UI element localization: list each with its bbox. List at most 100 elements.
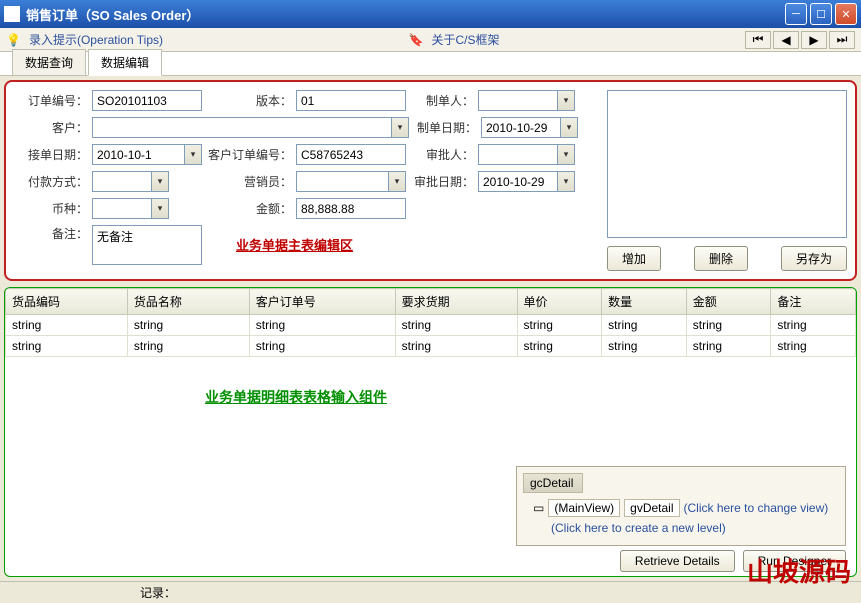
grid-header[interactable]: 数量 <box>602 289 687 315</box>
nav-first-button[interactable]: ⏮ <box>745 31 771 49</box>
label-approver: 审批人： <box>410 146 474 163</box>
viewname-label[interactable]: gvDetail <box>624 499 679 517</box>
detail-panel: 货品编码货品名称客户订单号要求货期单价数量金额备注 stringstringst… <box>4 287 857 577</box>
currency-dropdown-button[interactable] <box>152 198 169 219</box>
designer-title: gcDetail <box>523 473 583 493</box>
tab-edit[interactable]: 数据编辑 <box>88 49 162 76</box>
approver-input[interactable] <box>478 144 558 165</box>
grid-cell[interactable]: string <box>771 336 856 357</box>
minimize-button[interactable]: ─ <box>785 3 807 25</box>
currency-input[interactable] <box>92 198 152 219</box>
grid-header[interactable]: 货品编码 <box>6 289 128 315</box>
change-view-link[interactable]: (Click here to change view) <box>684 501 829 515</box>
hint-icon: 💡 <box>6 33 21 47</box>
table-row[interactable]: stringstringstringstringstringstringstri… <box>6 315 856 336</box>
remark-input[interactable]: 无备注 <box>92 225 202 265</box>
recv-date-dropdown-button[interactable] <box>185 144 202 165</box>
label-pay-method: 付款方式： <box>14 173 88 190</box>
cust-order-no-input[interactable] <box>296 144 406 165</box>
salesman-dropdown-button[interactable] <box>389 171 406 192</box>
nav-prev-button[interactable]: ◀ <box>773 31 799 49</box>
grid-cell[interactable]: string <box>6 336 128 357</box>
mainview-label: (MainView) <box>548 499 620 517</box>
add-button[interactable]: 增加 <box>607 246 661 271</box>
grid-header[interactable]: 客户订单号 <box>249 289 395 315</box>
nav-last-button[interactable]: ⏭ <box>829 31 855 49</box>
amount-input[interactable] <box>296 198 406 219</box>
create-date-input[interactable] <box>481 117 561 138</box>
grid-header[interactable]: 单价 <box>517 289 602 315</box>
label-customer: 客户： <box>14 119 88 136</box>
tab-query[interactable]: 数据查询 <box>12 49 86 75</box>
level-icon: ▭ <box>533 501 544 515</box>
approver-dropdown-button[interactable] <box>558 144 575 165</box>
grid-cell[interactable]: string <box>517 336 602 357</box>
order-no-input[interactable] <box>92 90 202 111</box>
grid-header[interactable]: 备注 <box>771 289 856 315</box>
label-amount: 金额： <box>173 200 292 217</box>
label-approve-date: 审批日期： <box>410 173 474 190</box>
grid-cell[interactable]: string <box>517 315 602 336</box>
detail-grid[interactable]: 货品编码货品名称客户订单号要求货期单价数量金额备注 stringstringst… <box>5 288 856 357</box>
grid-cell[interactable]: string <box>127 315 249 336</box>
creator-dropdown-button[interactable] <box>558 90 575 111</box>
salesman-input[interactable] <box>296 171 389 192</box>
label-recv-date: 接单日期： <box>14 146 88 163</box>
label-salesman: 营销员： <box>173 173 292 190</box>
retrieve-details-button[interactable]: Retrieve Details <box>620 550 735 572</box>
grid-cell[interactable]: string <box>686 336 771 357</box>
window-title: 销售订单（SO Sales Order） <box>26 5 785 24</box>
label-remark: 备注： <box>14 225 88 242</box>
pay-method-dropdown-button[interactable] <box>152 171 169 192</box>
record-label: 记录： <box>140 584 176 601</box>
titlebar: 销售订单（SO Sales Order） ─ ☐ ✕ <box>0 0 861 28</box>
label-cust-order-no: 客户订单编号： <box>206 146 292 163</box>
grid-cell[interactable]: string <box>602 336 687 357</box>
customer-dropdown-button[interactable] <box>392 117 409 138</box>
label-creator: 制单人： <box>410 92 474 109</box>
nav-next-button[interactable]: ▶ <box>801 31 827 49</box>
tab-bar: 数据查询 数据编辑 <box>0 52 861 76</box>
grid-header[interactable]: 要求货期 <box>395 289 517 315</box>
operation-tips-link[interactable]: 录入提示(Operation Tips) <box>29 31 163 48</box>
master-panel: 订单编号： 版本： 制单人： 客户： 制单日期： 接单日期： 客户订单编号： 审… <box>4 80 857 281</box>
grid-cell[interactable]: string <box>249 315 395 336</box>
detail-caption: 业务单据明细表表格输入组件 <box>205 387 856 407</box>
label-currency: 币种： <box>14 200 88 217</box>
close-button[interactable]: ✕ <box>835 3 857 25</box>
version-input[interactable] <box>296 90 406 111</box>
approve-date-input[interactable] <box>478 171 558 192</box>
run-designer-button[interactable]: Run Designer <box>743 550 846 572</box>
maximize-button[interactable]: ☐ <box>810 3 832 25</box>
grid-cell[interactable]: string <box>6 315 128 336</box>
preview-box <box>607 90 847 238</box>
create-date-dropdown-button[interactable] <box>561 117 578 138</box>
pay-method-input[interactable] <box>92 171 152 192</box>
delete-button[interactable]: 删除 <box>694 246 748 271</box>
label-version: 版本： <box>206 92 292 109</box>
about-icon: 🔖 <box>409 33 424 47</box>
label-create-date: 制单日期： <box>413 119 477 136</box>
table-row[interactable]: stringstringstringstringstringstringstri… <box>6 336 856 357</box>
about-link[interactable]: 关于C/S框架 <box>431 31 499 48</box>
customer-input[interactable] <box>92 117 392 138</box>
grid-header[interactable]: 金额 <box>686 289 771 315</box>
grid-cell[interactable]: string <box>395 336 517 357</box>
app-icon <box>4 6 20 22</box>
grid-cell[interactable]: string <box>686 315 771 336</box>
grid-cell[interactable]: string <box>771 315 856 336</box>
creator-input[interactable] <box>478 90 558 111</box>
label-order-no: 订单编号： <box>14 92 88 109</box>
grid-header[interactable]: 货品名称 <box>127 289 249 315</box>
grid-cell[interactable]: string <box>602 315 687 336</box>
grid-cell[interactable]: string <box>395 315 517 336</box>
statusbar: 记录： <box>0 581 861 603</box>
grid-cell[interactable]: string <box>249 336 395 357</box>
nav-buttons: ⏮ ◀ ▶ ⏭ <box>745 31 855 49</box>
designer-panel: gcDetail ▭ (MainView) gvDetail (Click he… <box>516 466 846 546</box>
saveas-button[interactable]: 另存为 <box>781 246 847 271</box>
grid-cell[interactable]: string <box>127 336 249 357</box>
approve-date-dropdown-button[interactable] <box>558 171 575 192</box>
recv-date-input[interactable] <box>92 144 185 165</box>
new-level-link[interactable]: (Click here to create a new level) <box>551 521 726 535</box>
